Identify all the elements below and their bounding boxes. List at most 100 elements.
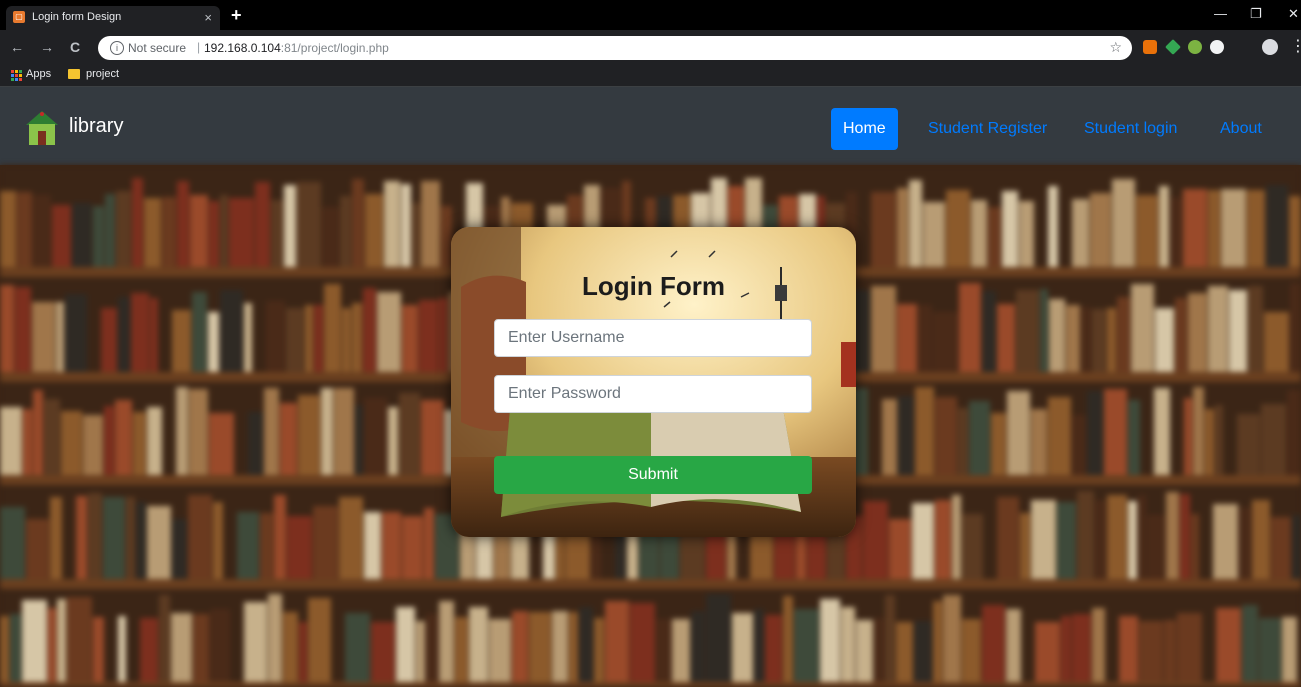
background-book — [1183, 189, 1207, 267]
background-book — [0, 507, 25, 579]
background-book — [396, 607, 415, 682]
background-book — [489, 619, 511, 682]
back-icon[interactable]: ← — [10, 39, 24, 55]
background-book — [377, 292, 401, 372]
background-book — [1049, 299, 1065, 372]
background-book — [1205, 409, 1214, 475]
background-book — [1242, 605, 1258, 682]
username-input[interactable] — [494, 319, 812, 357]
background-book — [1184, 398, 1192, 475]
background-book — [365, 194, 383, 267]
reload-icon[interactable]: C — [70, 39, 80, 55]
bookmark-star-icon[interactable]: ☆ — [1109, 39, 1122, 56]
login-form-title: Login Form — [582, 271, 725, 301]
background-book — [416, 621, 425, 682]
background-book — [1247, 190, 1265, 267]
background-book — [176, 387, 188, 475]
background-book — [933, 312, 958, 372]
background-book — [1061, 616, 1071, 682]
background-book — [22, 600, 47, 682]
background-book — [959, 283, 981, 372]
browser-tab[interactable]: ▢ Login form Design × — [6, 6, 220, 30]
background-book — [935, 500, 951, 579]
background-book — [305, 305, 313, 372]
address-bar[interactable]: i Not secure | 192.168.0.104:81/project/… — [98, 36, 1132, 60]
background-shelf — [0, 579, 1301, 589]
background-book — [115, 400, 132, 475]
background-book — [871, 286, 896, 372]
background-book — [189, 389, 208, 475]
background-book — [897, 188, 908, 267]
close-tab-icon[interactable]: × — [204, 10, 212, 25]
nav-student-login[interactable]: Student login — [1072, 108, 1189, 150]
bookmark-project[interactable]: project — [86, 68, 119, 80]
background-book — [1139, 621, 1163, 682]
background-book — [177, 181, 189, 267]
background-book — [192, 292, 207, 372]
background-book — [1031, 409, 1047, 475]
background-book — [1261, 404, 1286, 475]
background-book — [1095, 500, 1106, 579]
restore-icon[interactable]: ❐ — [1250, 6, 1262, 22]
background-book — [982, 291, 996, 372]
background-book — [1131, 284, 1154, 372]
background-book — [1119, 616, 1138, 682]
info-icon[interactable]: i — [110, 41, 124, 55]
nav-student-register[interactable]: Student Register — [916, 108, 1059, 150]
background-book — [1081, 307, 1091, 372]
background-book — [101, 308, 117, 372]
close-window-icon[interactable]: ✕ — [1288, 6, 1299, 22]
background-book — [455, 617, 468, 682]
background-book — [1208, 286, 1228, 372]
new-tab-button[interactable]: + — [231, 5, 242, 26]
background-book — [1164, 620, 1176, 682]
background-book — [1128, 501, 1137, 579]
background-book — [1252, 500, 1270, 579]
background-book — [44, 399, 60, 475]
background-book — [439, 601, 454, 682]
background-book — [426, 614, 438, 682]
profile-avatar-icon[interactable] — [1262, 39, 1278, 55]
background-book — [271, 200, 283, 267]
background-book — [345, 613, 370, 682]
background-book — [1166, 492, 1179, 579]
background-book — [896, 622, 913, 682]
background-book — [287, 516, 312, 579]
bookmark-apps[interactable]: Apps — [26, 68, 51, 80]
background-book — [244, 602, 267, 682]
background-book — [935, 397, 957, 475]
apps-grid-icon[interactable] — [10, 69, 22, 81]
background-book — [352, 303, 362, 372]
background-book — [260, 513, 273, 579]
background-book — [841, 607, 855, 682]
background-book — [65, 294, 87, 372]
security-label: Not secure — [128, 41, 187, 55]
submit-button[interactable]: Submit — [494, 456, 812, 494]
menu-kebab-icon[interactable]: ⋮ — [1290, 36, 1301, 56]
background-book — [1031, 500, 1056, 579]
nav-about[interactable]: About — [1208, 108, 1274, 150]
background-book — [144, 198, 161, 267]
background-book — [255, 182, 270, 267]
minimize-icon[interactable]: — — [1214, 6, 1227, 21]
background-book — [132, 178, 143, 267]
background-book — [1155, 308, 1174, 372]
extension-icon[interactable] — [1188, 40, 1202, 54]
background-book — [190, 195, 208, 267]
background-book — [656, 619, 671, 682]
background-book — [150, 298, 158, 372]
password-input[interactable] — [494, 375, 812, 413]
background-book — [997, 304, 1015, 372]
background-book — [1077, 491, 1094, 579]
background-book — [885, 595, 895, 682]
nav-home[interactable]: Home — [831, 108, 898, 150]
extension-icon[interactable] — [1143, 40, 1157, 54]
library-logo-icon[interactable] — [24, 109, 60, 147]
background-book — [997, 497, 1019, 579]
extension-icon[interactable] — [1210, 40, 1224, 54]
brand-name[interactable]: library — [69, 115, 123, 138]
forward-icon[interactable]: → — [40, 39, 54, 55]
background-book — [1259, 618, 1281, 682]
background-book — [1147, 515, 1165, 579]
background-book — [1107, 308, 1116, 372]
